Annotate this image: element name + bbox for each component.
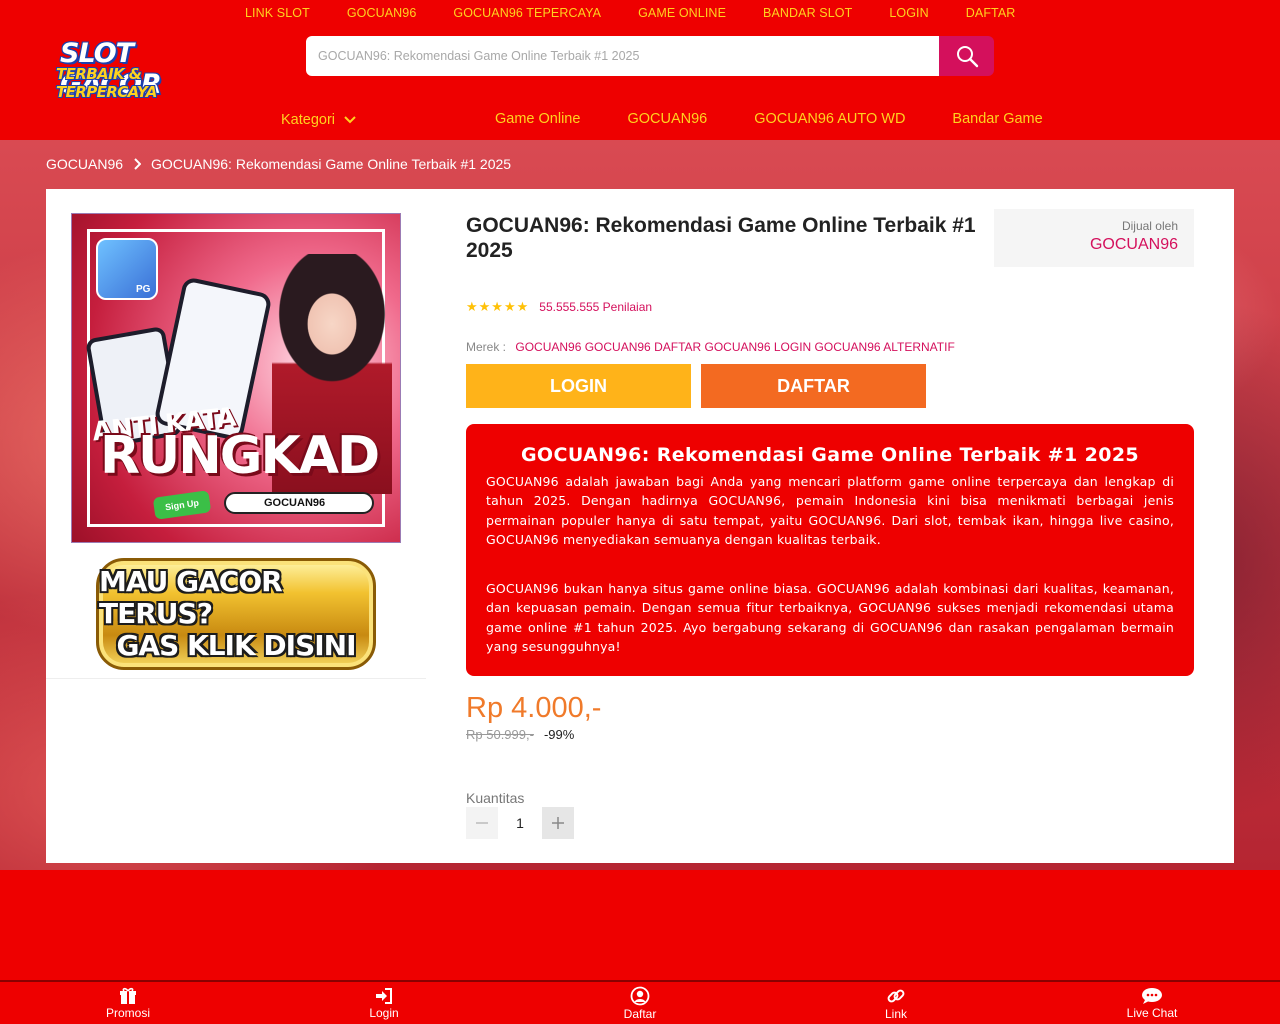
image-search-pill: GOCUAN96 (224, 492, 374, 514)
brand-values[interactable]: GOCUAN96 GOCUAN96 DAFTAR GOCUAN96 LOGIN … (515, 340, 954, 354)
quantity-stepper (466, 807, 574, 839)
bottom-nav-daftar[interactable]: Daftar (512, 982, 768, 1024)
breadcrumb-current: GOCUAN96: Rekomendasi Game Online Terbai… (151, 156, 512, 172)
search-button[interactable] (939, 36, 994, 76)
site-header: LINK SLOT GOCUAN96 GOCUAN96 TEPERCAYA GA… (0, 0, 1280, 140)
daftar-button[interactable]: DAFTAR (701, 364, 926, 408)
description-paragraph-2: GOCUAN96 bukan hanya situs game online b… (486, 581, 1174, 655)
toplink-bandar-slot[interactable]: BANDAR SLOT (763, 6, 852, 20)
discount-badge: -99% (543, 727, 575, 742)
bottom-nav-label: Daftar (623, 1006, 657, 1021)
bottom-nav-promosi[interactable]: Promosi (0, 982, 256, 1024)
bottom-nav-label: Login (369, 1005, 399, 1020)
chat-icon (1142, 987, 1162, 1004)
quantity-increase-button[interactable] (542, 807, 574, 839)
description-paragraph-1: GOCUAN96 adalah jawaban bagi Anda yang m… (486, 474, 1174, 547)
toplink-login[interactable]: LOGIN (889, 6, 928, 20)
nav-bandar-game[interactable]: Bandar Game (952, 111, 1042, 127)
plus-icon (552, 817, 564, 829)
gacor-cta-banner[interactable]: MAU GACOR TERUS? GAS KLIK DISINI (96, 558, 376, 670)
toplink-gocuan96-tepercaya[interactable]: GOCUAN96 TEPERCAYA (453, 6, 601, 20)
divider (46, 678, 426, 679)
search-bar (306, 36, 994, 76)
product-image[interactable]: PG ANTI KATA RUNGKAD Sign Up GOCUAN96 (71, 213, 401, 543)
image-text-rungkad: RUNGKAD (100, 426, 380, 486)
nav-gocuan96[interactable]: GOCUAN96 (627, 111, 707, 127)
pg-label: PG (136, 284, 151, 295)
breadcrumb: GOCUAN96 GOCUAN96: Rekomendasi Game Onli… (46, 156, 511, 172)
bottom-nav-label: Promosi (105, 1005, 150, 1020)
bottom-nav-label: Link (884, 1006, 907, 1021)
search-input[interactable] (306, 36, 939, 76)
bottom-nav: Promosi Login Daftar Link Live Chat (0, 980, 1280, 1024)
quantity-input[interactable] (498, 807, 542, 839)
cta-line1: MAU GACOR TERUS? (99, 565, 283, 630)
old-price-row: Rp 50.999,- -99% (466, 727, 574, 742)
minus-icon (476, 822, 488, 824)
seller-box: Dijual oleh GOCUAN96 (994, 209, 1194, 267)
brand-label: Merek : (466, 340, 507, 354)
toplink-daftar[interactable]: DAFTAR (966, 6, 1016, 20)
chevron-down-icon (344, 116, 356, 124)
site-logo[interactable]: SLOT GACOR TERBAIK & TERPERCAYA (56, 38, 240, 101)
description-box: GOCUAN96: Rekomendasi Game Online Terbai… (466, 424, 1194, 676)
kategori-label: Kategori (281, 112, 336, 128)
current-price: Rp 4.000,- (466, 692, 602, 724)
product-card: PG ANTI KATA RUNGKAD Sign Up GOCUAN96 MA… (46, 189, 1234, 863)
sign-in-icon (376, 987, 392, 1004)
old-price: Rp 50.999,- (466, 727, 534, 742)
brand-row: Merek : GOCUAN96 GOCUAN96 DAFTAR GOCUAN9… (466, 340, 955, 354)
rating: ★★★★★ 55.555.555 Penilaian (466, 299, 652, 315)
quantity-label: Kuantitas (466, 790, 525, 806)
bottom-nav-link[interactable]: Link (768, 982, 1024, 1024)
login-button[interactable]: LOGIN (466, 364, 691, 408)
cta-line2: GAS KLIK DISINI (116, 629, 356, 662)
toplink-game-online[interactable]: GAME ONLINE (638, 6, 726, 20)
chevron-right-icon (134, 158, 142, 170)
nav-game-online[interactable]: Game Online (495, 111, 580, 127)
toplink-link-slot[interactable]: LINK SLOT (245, 6, 310, 20)
star-rating-icon: ★★★★★ (466, 299, 530, 314)
kategori-dropdown[interactable]: Kategori (281, 112, 357, 128)
bottom-nav-label: Live Chat (1126, 1005, 1178, 1020)
main-nav: Game Online GOCUAN96 GOCUAN96 AUTO WD Ba… (495, 111, 1090, 127)
bottom-nav-live-chat[interactable]: Live Chat (1024, 982, 1280, 1024)
product-title: GOCUAN96: Rekomendasi Game Online Terbai… (466, 214, 976, 262)
user-circle-icon (630, 986, 650, 1005)
seller-label: Dijual oleh (1121, 219, 1178, 233)
rating-count[interactable]: 55.555.555 Penilaian (539, 300, 652, 314)
logo-line2: TERBAIK & TERPERCAYA (56, 65, 157, 101)
toplink-gocuan96[interactable]: GOCUAN96 (347, 6, 417, 20)
quantity-decrease-button[interactable] (466, 807, 498, 839)
bottom-nav-login[interactable]: Login (256, 982, 512, 1024)
breadcrumb-home[interactable]: GOCUAN96 (46, 156, 123, 172)
top-links: LINK SLOT GOCUAN96 GOCUAN96 TEPERCAYA GA… (245, 6, 1052, 20)
description-heading: GOCUAN96: Rekomendasi Game Online Terbai… (520, 444, 1140, 466)
link-icon (887, 989, 905, 1002)
nav-gocuan96-auto-wd[interactable]: GOCUAN96 AUTO WD (754, 111, 905, 127)
search-icon (956, 46, 978, 68)
seller-name[interactable]: GOCUAN96 (994, 236, 1178, 254)
gift-icon (120, 987, 136, 1004)
